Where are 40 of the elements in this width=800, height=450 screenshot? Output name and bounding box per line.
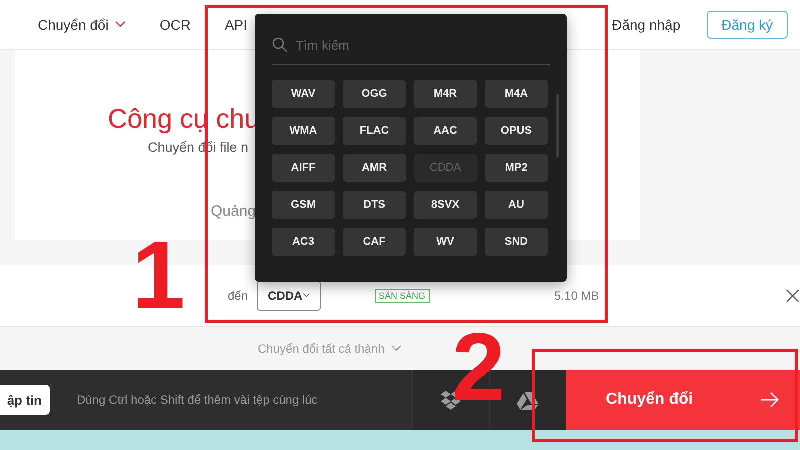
format-option[interactable]: AAC [414, 117, 477, 145]
file-size: 5.10 MB [554, 288, 600, 302]
ad-text: Quảng [211, 203, 256, 220]
format-option[interactable]: AC3 [272, 228, 335, 256]
format-option[interactable]: CAF [343, 228, 406, 256]
add-file-button[interactable]: ập tin [0, 385, 50, 415]
to-label: đến [228, 288, 248, 302]
format-option[interactable]: FLAC [343, 117, 406, 145]
format-select[interactable]: CDDA [257, 280, 322, 310]
drive-icon [517, 390, 539, 410]
format-option[interactable]: AU [485, 191, 548, 219]
format-option[interactable]: OGG [343, 80, 406, 108]
search-field[interactable]: Tìm kiếm [294, 36, 538, 54]
format-option[interactable]: WV [414, 228, 477, 256]
convert-button[interactable]: Chuyển đổi [566, 370, 800, 430]
chevron-down-icon [302, 292, 310, 299]
close-icon[interactable] [786, 288, 800, 302]
nav-link[interactable]: API [224, 16, 248, 32]
format-option[interactable]: WMA [272, 117, 335, 145]
format-option[interactable]: AMR [343, 154, 406, 182]
hint-text: Dùng Ctrl hoặc Shift để thêm vài tệp cùng lúc [77, 393, 319, 407]
login-link[interactable]: Đăng nhập [612, 16, 681, 32]
format-option[interactable]: DTS [343, 191, 406, 219]
nav-link[interactable]: Chuyển đổi [38, 16, 126, 32]
chevron-down-icon [390, 345, 402, 352]
arrow-right-icon [760, 392, 780, 408]
format-option[interactable]: GSM [272, 191, 335, 219]
format-option[interactable]: SND [485, 228, 548, 256]
nav-link[interactable]: OCR [160, 16, 191, 32]
format-option[interactable]: M4R [414, 80, 477, 108]
format-option[interactable]: M4A [485, 80, 548, 108]
format-option[interactable]: WAV [272, 80, 335, 108]
status-badge: SẴN SÀNG [375, 288, 430, 302]
format-option[interactable]: 8SVX [414, 191, 477, 219]
format-option[interactable]: OPUS [485, 117, 548, 145]
format-option[interactable]: AIFF [272, 154, 335, 182]
chevron-down-icon [114, 21, 126, 28]
search-icon [272, 37, 288, 53]
format-option[interactable]: MP2 [485, 154, 548, 182]
annotation-number: 1 [132, 228, 186, 324]
